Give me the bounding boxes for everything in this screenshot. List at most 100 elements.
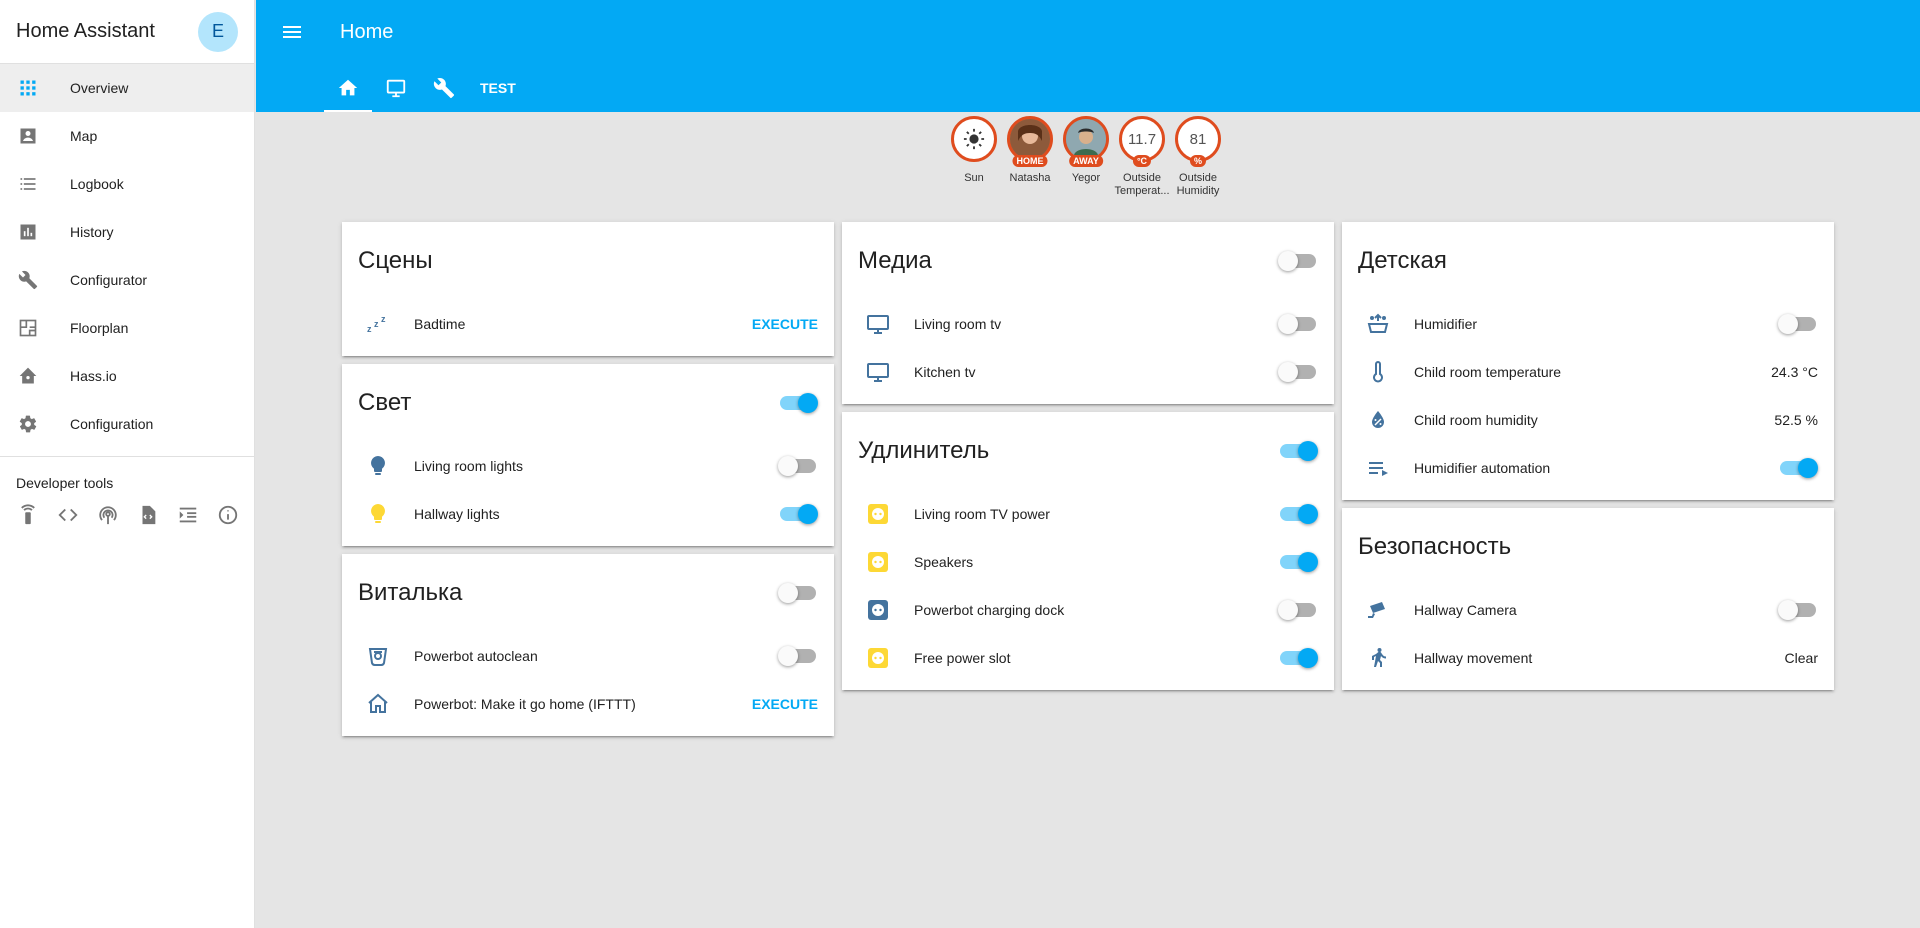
badge-outside-temperature[interactable]: 11.7 °C Outside Temperat... bbox=[1114, 116, 1170, 198]
entity-name: Kitchen tv bbox=[914, 364, 976, 380]
power-socket-icon bbox=[858, 494, 898, 534]
card-title: Детская bbox=[1358, 247, 1447, 274]
hassio-icon bbox=[18, 366, 38, 386]
entity-name: Powerbot: Make it go home (IFTTT) bbox=[414, 696, 636, 712]
monitor-icon bbox=[858, 352, 898, 392]
card-title: Удлинитель bbox=[858, 437, 990, 464]
person-photo bbox=[1066, 119, 1106, 159]
cctv-icon bbox=[1358, 590, 1398, 630]
sidebar-item-label: Overview bbox=[70, 80, 129, 96]
app-header: Home TEST bbox=[256, 0, 1920, 112]
entity-toggle[interactable] bbox=[1278, 362, 1316, 382]
badge-tag: % bbox=[1189, 155, 1207, 167]
entity-row[interactable]: Living room lights bbox=[342, 442, 834, 490]
template-icon[interactable] bbox=[136, 503, 160, 527]
entity-name: Humidifier automation bbox=[1414, 460, 1551, 476]
entity-name: Badtime bbox=[414, 316, 466, 332]
developer-tools bbox=[0, 503, 254, 527]
entity-state: 52.5 % bbox=[1774, 412, 1818, 428]
group-toggle[interactable] bbox=[780, 393, 818, 413]
code-icon[interactable] bbox=[56, 503, 80, 527]
sidebar-item-logbook[interactable]: Logbook bbox=[0, 160, 254, 208]
card-title: Сцены bbox=[358, 247, 433, 274]
entity-row[interactable]: Humidifier bbox=[1342, 300, 1834, 348]
sidebar-item-hassio[interactable]: Hass.io bbox=[0, 352, 254, 400]
sidebar-item-label: History bbox=[70, 224, 114, 240]
sidebar-item-overview[interactable]: Overview bbox=[0, 64, 254, 112]
group-toggle[interactable] bbox=[1280, 441, 1318, 461]
entity-toggle[interactable] bbox=[1278, 600, 1316, 620]
humidifier-icon bbox=[1358, 304, 1398, 344]
entity-row[interactable]: Hallway lights bbox=[342, 490, 834, 538]
entity-toggle[interactable] bbox=[1778, 600, 1816, 620]
entity-toggle[interactable] bbox=[1280, 552, 1318, 572]
user-avatar[interactable]: E bbox=[198, 11, 238, 52]
sidebar-item-label: Configurator bbox=[70, 272, 148, 288]
entity-row[interactable]: Kitchen tv bbox=[842, 348, 1334, 396]
sidebar-item-history[interactable]: History bbox=[0, 208, 254, 256]
entity-row[interactable]: Living room tv bbox=[842, 300, 1334, 348]
events-icon[interactable] bbox=[176, 503, 200, 527]
gear-icon bbox=[18, 414, 38, 434]
chart-icon bbox=[18, 222, 38, 242]
entity-name: Hallway Camera bbox=[1414, 602, 1517, 618]
entity-name: Child room humidity bbox=[1414, 412, 1538, 428]
svg-text:z: z bbox=[367, 324, 372, 334]
entity-toggle[interactable] bbox=[1280, 648, 1318, 668]
entity-name: Free power slot bbox=[914, 650, 1011, 666]
badge-sun[interactable]: Sun bbox=[950, 116, 998, 198]
sidebar-item-configuration[interactable]: Configuration bbox=[0, 400, 254, 448]
entity-row[interactable]: Powerbot autoclean bbox=[342, 632, 834, 680]
entity-name: Living room TV power bbox=[914, 506, 1050, 522]
group-toggle[interactable] bbox=[1278, 251, 1316, 271]
badge-natasha[interactable]: HOME Natasha bbox=[1006, 116, 1054, 198]
tab-home[interactable] bbox=[324, 64, 372, 112]
group-toggle[interactable] bbox=[778, 583, 816, 603]
developer-tools-title: Developer tools bbox=[16, 475, 114, 491]
entity-row[interactable]: Powerbot charging dock bbox=[842, 586, 1334, 634]
entity-toggle[interactable] bbox=[778, 646, 816, 666]
tab-test[interactable]: TEST bbox=[468, 64, 528, 112]
badge-yegor[interactable]: AWAY Yegor bbox=[1062, 116, 1110, 198]
card-security: Безопасность Hallway Camera Hallway move… bbox=[1342, 508, 1834, 690]
badge-tag: HOME bbox=[1012, 155, 1048, 167]
entity-row[interactable]: Hallway Camera bbox=[1342, 586, 1834, 634]
tab-media[interactable] bbox=[372, 64, 420, 112]
column-1: Сцены zzz Badtime EXECUTE Свет Living ro… bbox=[342, 222, 834, 744]
card-title: Свет bbox=[358, 389, 412, 416]
badge-label: Outside Temperat... bbox=[1114, 172, 1170, 197]
badges-row: Sun HOME Natasha AWAY Yegor 11.7 °C Outs… bbox=[950, 116, 1222, 198]
menu-button[interactable] bbox=[268, 8, 316, 56]
sleep-icon: zzz bbox=[358, 304, 398, 344]
entity-toggle[interactable] bbox=[778, 456, 816, 476]
entity-toggle[interactable] bbox=[1778, 314, 1816, 334]
mqtt-icon[interactable] bbox=[96, 503, 120, 527]
entity-row[interactable]: Humidifier automation bbox=[1342, 444, 1834, 492]
remote-icon[interactable] bbox=[16, 503, 40, 527]
svg-text:z: z bbox=[381, 314, 386, 324]
entity-row[interactable]: Living room TV power bbox=[842, 490, 1334, 538]
tab-tools[interactable] bbox=[420, 64, 468, 112]
entity-row[interactable]: zzz Badtime EXECUTE bbox=[342, 300, 834, 348]
badge-outside-humidity[interactable]: 81 % Outside Humidity bbox=[1174, 116, 1222, 198]
execute-button[interactable]: EXECUTE bbox=[752, 316, 818, 332]
entity-row[interactable]: Powerbot: Make it go home (IFTTT) EXECUT… bbox=[342, 680, 834, 728]
sidebar-item-configurator[interactable]: Configurator bbox=[0, 256, 254, 304]
sidebar-item-map[interactable]: Map bbox=[0, 112, 254, 160]
entity-row[interactable]: Free power slot bbox=[842, 634, 1334, 682]
entity-row[interactable]: Speakers bbox=[842, 538, 1334, 586]
entity-name: Child room temperature bbox=[1414, 364, 1562, 380]
entity-toggle[interactable] bbox=[1280, 504, 1318, 524]
entity-toggle[interactable] bbox=[780, 504, 818, 524]
card-scenes: Сцены zzz Badtime EXECUTE bbox=[342, 222, 834, 356]
entity-name: Hallway movement bbox=[1414, 650, 1533, 666]
grid-icon bbox=[18, 78, 38, 98]
entity-toggle[interactable] bbox=[1278, 314, 1316, 334]
info-icon[interactable] bbox=[216, 503, 240, 527]
execute-button[interactable]: EXECUTE bbox=[752, 696, 818, 712]
sidebar: Home Assistant E Overview Map Logbook Hi… bbox=[0, 0, 255, 928]
sidebar-item-floorplan[interactable]: Floorplan bbox=[0, 304, 254, 352]
entity-toggle[interactable] bbox=[1780, 458, 1818, 478]
svg-text:z: z bbox=[374, 319, 379, 329]
entity-name: Living room lights bbox=[414, 458, 523, 474]
